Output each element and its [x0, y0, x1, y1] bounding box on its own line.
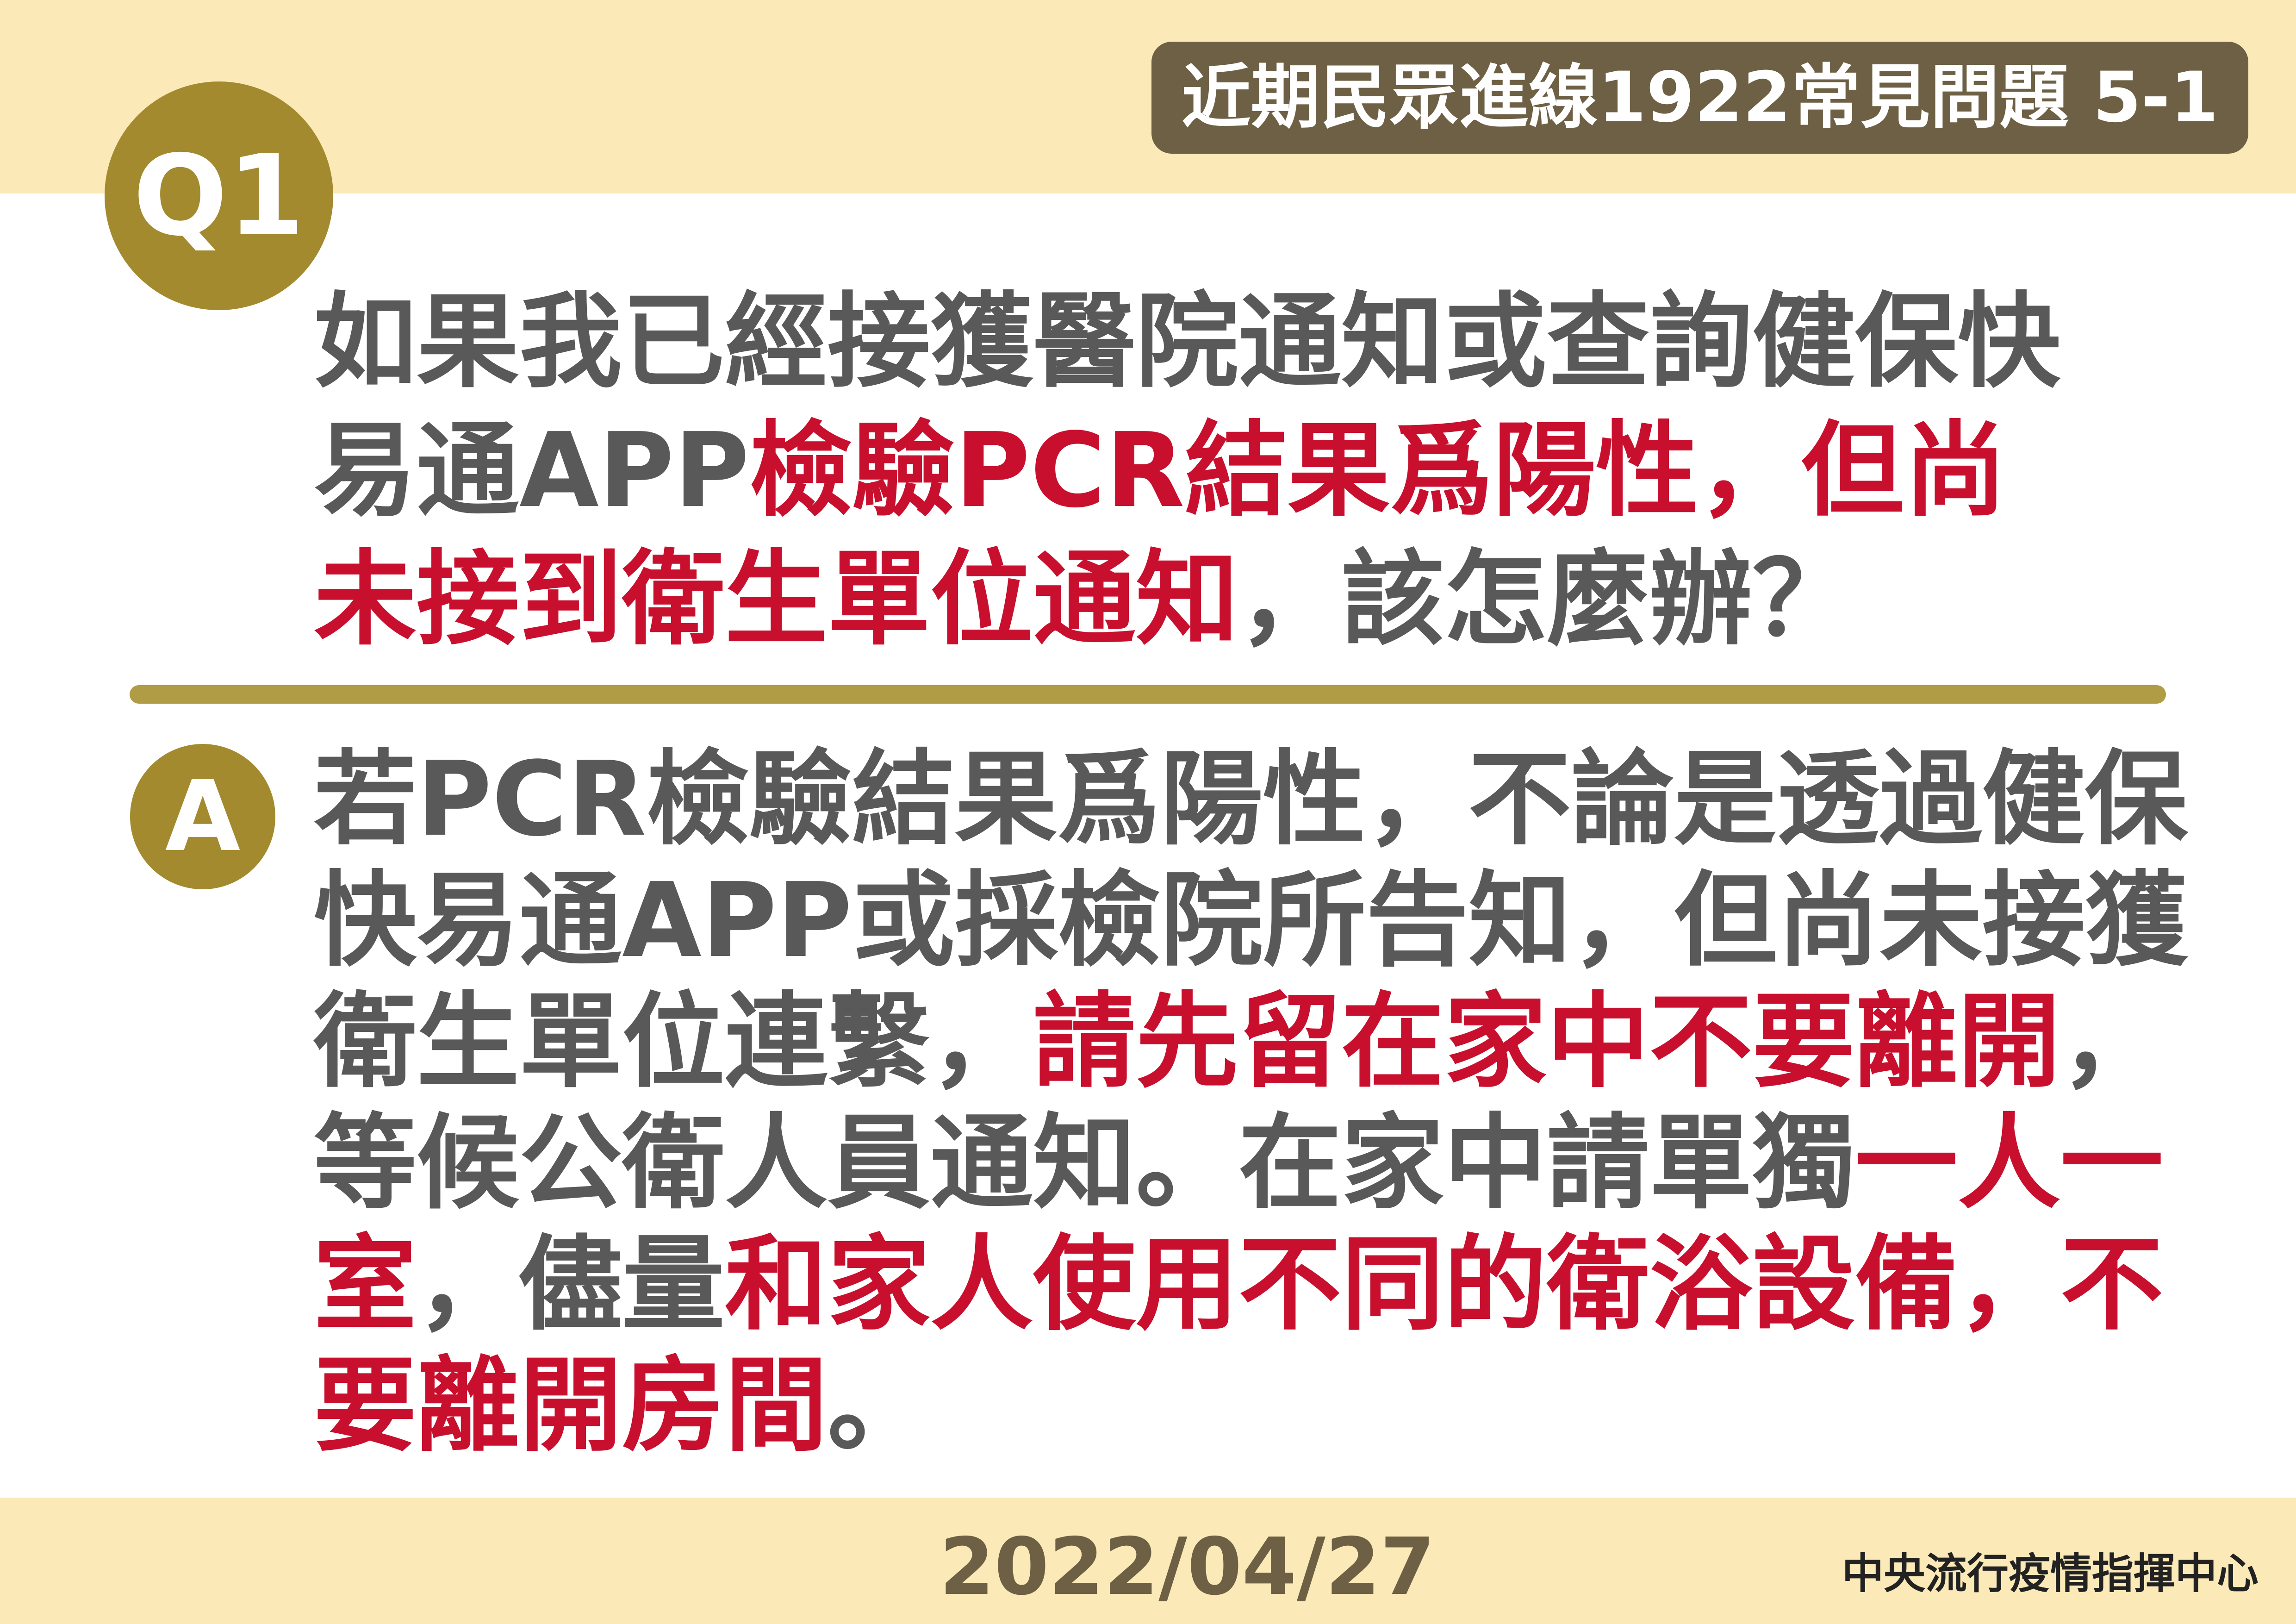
- answer-highlight: 一人一: [1855, 1104, 2163, 1223]
- answer-line: 要離開房間。: [314, 1345, 2188, 1467]
- answer-badge: A: [130, 744, 275, 889]
- answer-line: 快易通APP或採檢院所告知，但尚未接獲: [314, 860, 2188, 981]
- question-segment: 如果我已經接獲醫院通知或查詢健保快: [314, 282, 2060, 402]
- section-divider: [130, 685, 2166, 704]
- answer-line: 等候公衛人員通知。在家中請單獨一人一: [314, 1103, 2188, 1224]
- question-line: 未接到衛生單位通知，該怎麼辦？: [314, 535, 2060, 664]
- question-highlight: 檢驗PCR結果爲陽性，但尚: [749, 411, 2007, 531]
- answer-segment: ，: [2060, 982, 2163, 1102]
- answer-segment: 快易通APP或採檢院所告知，但尚未接獲: [314, 861, 2188, 981]
- answer-line: 衛生單位連繫，請先留在家中不要離開，: [314, 981, 2188, 1103]
- answer-highlight: 室: [314, 1225, 417, 1344]
- answer-line: 若PCR檢驗結果爲陽性，不論是透過健保: [314, 739, 2188, 860]
- question-line: 易通APP檢驗PCR結果爲陽性，但尚: [314, 406, 2060, 535]
- publish-date: 2022/04/27: [940, 1521, 1435, 1613]
- question-segment: ，該怎麼辦？: [1238, 540, 1855, 659]
- header-title-badge: 近期民眾進線1922常見問題 5-1: [1151, 42, 2248, 154]
- question-text: 如果我已經接獲醫院通知或查詢健保快 易通APP檢驗PCR結果爲陽性，但尚 未接到…: [314, 278, 2060, 664]
- question-highlight: 未接到衛生單位通知: [314, 540, 1238, 659]
- answer-segment: 。: [828, 1346, 930, 1466]
- organization-name: 中央流行疫情指揮中心: [1842, 1549, 2259, 1598]
- answer-highlight: 要離開房間: [314, 1346, 828, 1466]
- question-line: 如果我已經接獲醫院通知或查詢健保快: [314, 278, 2060, 406]
- answer-segment: ，儘量: [417, 1225, 725, 1344]
- answer-highlight: 請先留在家中不要離開: [1033, 982, 2060, 1102]
- answer-segment: 等候公衛人員通知。在家中請單獨: [314, 1104, 1855, 1223]
- question-badge: Q1: [105, 81, 333, 310]
- answer-text: 若PCR檢驗結果爲陽性，不論是透過健保 快易通APP或採檢院所告知，但尚未接獲 …: [314, 739, 2188, 1467]
- question-segment: 易通APP: [314, 411, 750, 531]
- answer-line: 室，儘量和家人使用不同的衛浴設備，不: [314, 1224, 2188, 1345]
- answer-segment: 衛生單位連繫，: [314, 982, 1033, 1102]
- answer-highlight: 和家人使用不同的衛浴設備，不: [725, 1225, 2163, 1344]
- answer-segment: 若PCR檢驗結果爲陽性，不論是透過健保: [314, 740, 2188, 859]
